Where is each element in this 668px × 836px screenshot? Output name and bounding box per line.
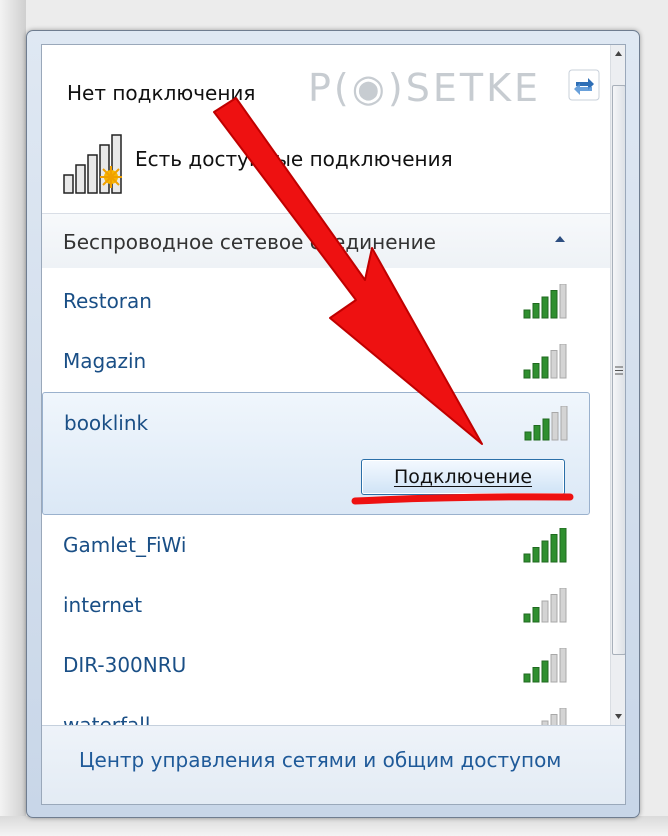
signal-bar [524,431,532,441]
signal-strength-icon [523,344,567,379]
signal-bar [532,303,540,319]
available-connections-text: Есть доступные подключения [135,147,453,171]
signal-bar [550,290,558,319]
signal-strength-icon [524,406,568,441]
signal-bar [533,425,541,441]
signal-bar [550,654,558,683]
network-name: Magazin [63,349,147,373]
svg-text:P(◉)SETKE: P(◉)SETKE [308,66,541,110]
watermark-logo: P(◉)SETKE [308,66,541,110]
refresh-icon[interactable] [568,69,600,101]
signal-bar [559,344,567,379]
signal-bar [523,673,531,683]
signal-bar [550,534,558,563]
network-item-gamlet-fiwi[interactable]: Gamlet_FiWi [42,515,610,575]
signal-bar [532,667,540,683]
signal-bar [523,613,531,623]
network-name: DIR-300NRU [63,653,187,677]
dialup-signal-icon [63,134,122,194]
signal-bar [559,588,567,623]
signal-bar [532,547,540,563]
flyout-content: Нет подключения P(◉)SETKE Есть доступные… [41,44,626,805]
signal-bar [541,600,549,623]
network-flyout-window: Нет подключения P(◉)SETKE Есть доступные… [26,30,640,818]
signal-bar [559,284,567,319]
signal-strength-icon [523,528,567,563]
signal-bar [532,607,540,623]
network-name: internet [63,593,143,617]
signal-bar [523,369,531,379]
signal-strength-icon [523,284,567,319]
chevron-up-icon[interactable] [552,231,568,247]
connect-button-label: Подключение [393,466,533,488]
signal-bar [550,594,558,623]
signal-bar [550,350,558,379]
connect-button[interactable]: Подключение [361,459,565,495]
footer: Центр управления сетями и общим доступом [42,725,625,804]
network-item-dir-300nru[interactable]: DIR-300NRU [42,635,610,695]
network-name: Restoran [63,289,152,313]
signal-bar [541,356,549,379]
signal-bar [532,363,540,379]
signal-strength-icon [523,588,567,623]
network-name: Gamlet_FiWi [63,533,187,557]
network-name: booklink [64,411,149,435]
network-sharing-center-link[interactable]: Центр управления сетями и общим доступом [79,748,561,772]
scroll-up-arrow-icon[interactable] [611,45,626,62]
signal-bar [523,309,531,319]
signal-bar [559,528,567,563]
scroll-down-arrow-icon[interactable] [611,708,626,725]
vertical-scrollbar[interactable] [610,45,626,725]
signal-bar [542,418,550,441]
signal-bar [541,296,549,319]
network-item-restoran[interactable]: Restoran [42,271,610,331]
networks-pane: Нет подключения P(◉)SETKE Есть доступные… [42,45,610,743]
signal-bar [523,553,531,563]
network-item-internet[interactable]: internet [42,575,610,635]
signal-strength-icon [523,648,567,683]
signal-bar [551,412,559,441]
grip-icon [615,366,623,375]
network-item-magazin[interactable]: Magazin [42,331,610,391]
network-item-booklink[interactable]: booklink Подключение [42,392,590,515]
connection-status-text: Нет подключения [67,81,256,105]
signal-bar [541,660,549,683]
wireless-section-header[interactable]: Беспроводное сетевое соединение [42,214,610,268]
section-title: Беспроводное сетевое соединение [63,230,436,254]
bottom-shadow [0,816,668,836]
signal-bar [541,540,549,563]
scrollbar-thumb[interactable] [612,85,625,655]
signal-bar [559,648,567,683]
left-shadow [0,0,26,836]
signal-bar [560,406,568,441]
